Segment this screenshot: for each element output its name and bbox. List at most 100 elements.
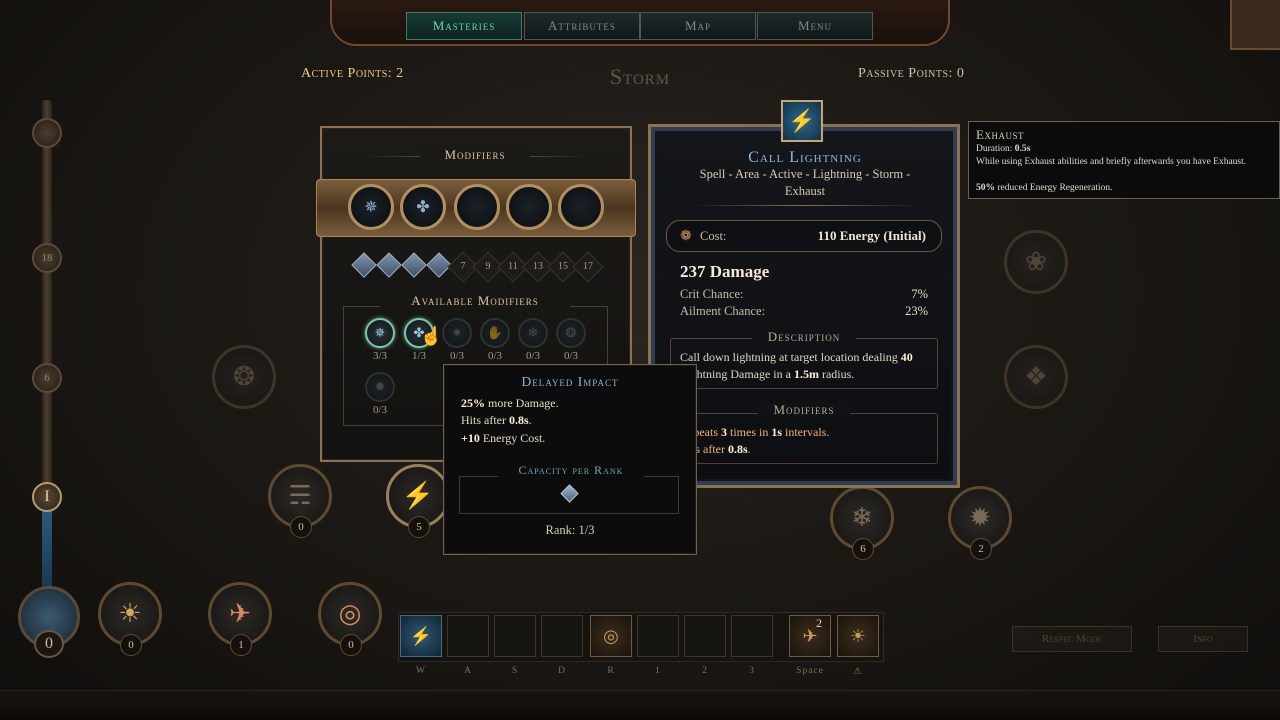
capacity-mark-label: 15 — [558, 261, 568, 272]
key-label: D — [558, 666, 566, 676]
capacity-mark-label: 9 — [485, 261, 491, 272]
modifier-text: . — [747, 442, 751, 456]
key-label: Space — [796, 666, 824, 676]
capacity-mark-label: 7 — [460, 261, 466, 272]
track-knob-6[interactable]: 6 — [32, 363, 62, 393]
hotbar-slot-2[interactable] — [684, 615, 726, 657]
modifier-rank: 0/3 — [563, 350, 579, 362]
node-points: 1 — [230, 634, 252, 656]
delayed-impact-line-3: +10 Energy Cost. — [461, 431, 545, 446]
hotbar-slot-a[interactable] — [447, 615, 489, 657]
modifier-slot-3[interactable] — [454, 184, 500, 230]
node-points: 5 — [408, 516, 430, 538]
modifier-slot-4[interactable] — [506, 184, 552, 230]
tab-attributes[interactable]: Attributes — [524, 12, 640, 40]
key-label: W — [416, 666, 426, 676]
modifier-rank: 0/3 — [449, 350, 465, 362]
modifier-rank: 0/3 — [487, 350, 503, 362]
skill-node[interactable]: ❀ — [1004, 230, 1068, 304]
capacity-mark-label: 11 — [508, 261, 518, 272]
rune-icon: ❀ — [1004, 230, 1068, 294]
hotbar-slot-space[interactable]: ✈ — [789, 615, 831, 657]
effect-value: 50% — [976, 183, 995, 193]
hotbar-slot-1[interactable] — [637, 615, 679, 657]
orb-spark-icon[interactable]: ✹ — [365, 372, 395, 402]
node-points: 0 — [120, 634, 142, 656]
hotbar-slot-w[interactable]: ⚡ — [400, 615, 442, 657]
skill-node[interactable]: ✈ 1 — [208, 582, 272, 656]
ailment-chance-label: Ailment Chance: — [680, 304, 766, 318]
delayed-impact-title: Delayed Impact — [521, 374, 619, 389]
line-text: . — [528, 413, 532, 427]
exhaust-duration: Duration: 0.5s — [976, 143, 1272, 156]
crit-chance-label: Crit Chance: — [680, 287, 744, 301]
progress-track-fill — [42, 510, 52, 590]
description-part: radius. — [818, 367, 855, 381]
line-text: Energy Cost. — [479, 431, 546, 445]
capacity-mark-label: 17 — [583, 261, 593, 272]
passive-points: Passive Points: 0 — [858, 66, 964, 82]
respec-mode-button[interactable]: Respec Mode — [1012, 626, 1132, 652]
line-value: 25% — [461, 396, 485, 410]
track-knob-18[interactable]: 18 — [32, 243, 62, 273]
skill-tags: Spell - Area - Active - Lightning - Stor… — [699, 167, 911, 198]
modifier-text: times in — [727, 425, 772, 439]
node-points: 0 — [290, 516, 312, 538]
modifier-value: 1s — [771, 425, 783, 439]
skill-node[interactable]: ✹ 2 — [948, 486, 1012, 560]
tab-map[interactable]: Map — [640, 12, 756, 40]
skill-node-call-lightning[interactable]: ⚡ 5 — [386, 464, 450, 538]
track-knob-current[interactable]: I — [32, 482, 62, 512]
hotbar-slot-r[interactable]: ◎ — [590, 615, 632, 657]
skill-node[interactable]: ❂ — [212, 345, 276, 419]
effect-text: reduced Energy Regeneration. — [995, 183, 1113, 193]
lightning-swirl-icon[interactable]: ✵ — [365, 318, 395, 348]
cost-value: 110 Energy (Initial) — [817, 228, 926, 243]
hotbar-slot-potion[interactable]: ☀ — [837, 615, 879, 657]
hotbar-slot-d[interactable] — [541, 615, 583, 657]
duration-value: 0.5s — [1014, 144, 1031, 154]
line-text: Hits after — [461, 413, 509, 427]
node-points: 0 — [340, 634, 362, 656]
modifier-slot-1[interactable]: ✵ — [348, 184, 394, 230]
active-points-label: Active Points: — [301, 66, 393, 81]
storm-burst-icon[interactable]: ✷ — [442, 318, 472, 348]
call-lightning-icon: ⚡ — [781, 100, 823, 142]
lightning-icon: ⚡ — [409, 625, 433, 646]
modifier-rank-text: Rank: 1/3 — [545, 523, 595, 537]
skill-node[interactable]: ☀ 0 — [98, 582, 162, 656]
modifier-slot-2[interactable]: ✤ — [400, 184, 446, 230]
hotbar-slot-3[interactable] — [731, 615, 773, 657]
description-part: Call down lightning at target location d… — [680, 350, 901, 364]
modifier-slot-5[interactable] — [558, 184, 604, 230]
tab-menu[interactable]: Menu — [757, 12, 873, 40]
modifier-value: 0.8s — [727, 442, 748, 456]
skill-node[interactable]: ❖ — [1004, 345, 1068, 419]
hand-shield-icon[interactable]: ✋ — [480, 318, 510, 348]
skill-modifier-line-1: Repeats 3 times in 1s intervals. — [680, 424, 934, 441]
skill-node[interactable]: ❄ 6 — [830, 486, 894, 560]
track-top-knob — [32, 118, 62, 148]
skill-node[interactable]: ◎ 0 — [318, 582, 382, 656]
modifier-rank: 0/3 — [372, 404, 388, 416]
skill-node[interactable]: ☴ 0 — [268, 464, 332, 538]
line-text: more Damage. — [485, 396, 559, 410]
dragon-icon: ❂ — [212, 345, 276, 409]
info-button[interactable]: Info — [1158, 626, 1248, 652]
delayed-impact-line-2: Hits after 0.8s. — [461, 413, 532, 428]
modifier-text: intervals. — [782, 425, 830, 439]
tab-masteries[interactable]: Masteries — [406, 12, 522, 40]
sun-staff-icon: ☀ — [849, 625, 867, 646]
crown-spark-icon[interactable]: ❂ — [556, 318, 586, 348]
hand-cursor-icon: ☝ — [420, 326, 443, 346]
hotbar-slot-s[interactable] — [494, 615, 536, 657]
capacity-mark-label: 13 — [533, 261, 543, 272]
frost-spark-icon[interactable]: ❄ — [518, 318, 548, 348]
modifier-rank: 1/3 — [411, 350, 427, 362]
active-points: Active Points: 2 — [301, 66, 404, 82]
modifiers-title: Modifiers — [420, 147, 530, 163]
key-label: A — [464, 666, 472, 676]
mastery-tree-title: Storm — [609, 64, 671, 89]
description-title: Description — [752, 329, 856, 345]
capacity-per-rank-title: Capacity per Rank — [498, 463, 644, 478]
